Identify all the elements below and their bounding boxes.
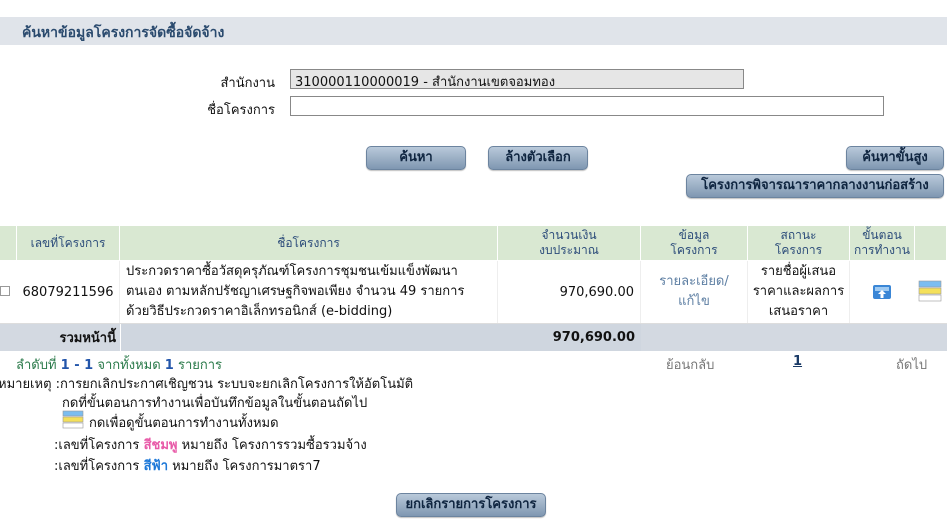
header-project-name: ชื่อโครงการ (120, 226, 498, 260)
row-checkbox[interactable] (0, 286, 10, 296)
next-link[interactable]: ถัดไป (896, 354, 927, 375)
note-line-4: :เลขที่โครงการ สีชมพู หมายถึง โครงการรวม… (54, 438, 367, 453)
summary-value: 970,690.00 (120, 324, 641, 351)
header-project-no: เลขที่โครงการ (17, 226, 120, 260)
header-status: สถานะ โครงการ (748, 226, 850, 260)
header-checkbox-col (0, 226, 17, 260)
steps-legend-icon (62, 410, 84, 430)
header-budget: จำนวนเงิน งบประมาณ (498, 226, 641, 260)
back-link[interactable]: ย้อนกลับ (666, 354, 714, 375)
header-workflow-step: ขั้นตอน การทำงาน (850, 226, 915, 260)
pagination-info: ลำดับที่ 1 - 1 จากทั้งหมด 1 รายการ (16, 358, 223, 373)
page-title-bar: ค้นหาข้อมูลโครงการจัดซื้อจัดจ้าง (0, 17, 947, 45)
row-project-name: ประกวดราคาซื้อวัสดุครุภัณฑ์โครงการชุมชนเ… (120, 261, 498, 323)
search-button[interactable]: ค้นหา (366, 146, 466, 170)
note-line-5: :เลขที่โครงการ สีฟ้า หมายถึง โครงการมาตร… (54, 459, 321, 474)
advanced-search-button[interactable]: ค้นหาขั้นสูง (846, 146, 944, 170)
page-number-link[interactable]: 1 (793, 354, 802, 369)
note-line-3: กดเพื่อดูขั้นตอนการทำงานทั้งหมด (89, 416, 279, 431)
steps-list-icon[interactable] (918, 280, 942, 302)
agency-field[interactable]: 310000110000019 - สำนักงานเขตจอมทอง (290, 69, 744, 90)
cloud-upload-icon[interactable] (872, 283, 892, 300)
row-budget: 970,690.00 (498, 261, 641, 323)
row-detail-edit-link[interactable]: รายละเอียด/แก้ไข (641, 261, 748, 323)
project-name-label: ชื่อโครงการ (207, 103, 275, 118)
cancel-project-button[interactable]: ยกเลิกรายการโครงการ (396, 493, 546, 517)
summary-label: รวมหน้านี้ (59, 331, 117, 346)
row-project-no: 68079211596 (17, 261, 120, 323)
header-project-info: ข้อมูล โครงการ (641, 226, 748, 260)
row-status: รายชื่อผู้เสนอราคาและผลการเสนอราคา (748, 261, 850, 323)
pre-construction-price-button[interactable]: โครงการพิจารณาราคากลางงานก่อสร้าง (686, 174, 944, 198)
project-name-input[interactable] (290, 96, 884, 116)
page-title: ค้นหาข้อมูลโครงการจัดซื้อจัดจ้าง (22, 25, 225, 41)
clear-button[interactable]: ล้างตัวเลือก (488, 146, 588, 170)
header-extra-col (915, 226, 947, 260)
note-line-2: กดที่ขั้นตอนการทำงานเพื่อบันทึกข้อมูลในข… (62, 396, 368, 411)
agency-label: สำนักงาน (220, 76, 275, 91)
note-line-1: หมายเหตุ :การยกเลิกประกาศเชิญชวน ระบบจะย… (0, 377, 414, 392)
